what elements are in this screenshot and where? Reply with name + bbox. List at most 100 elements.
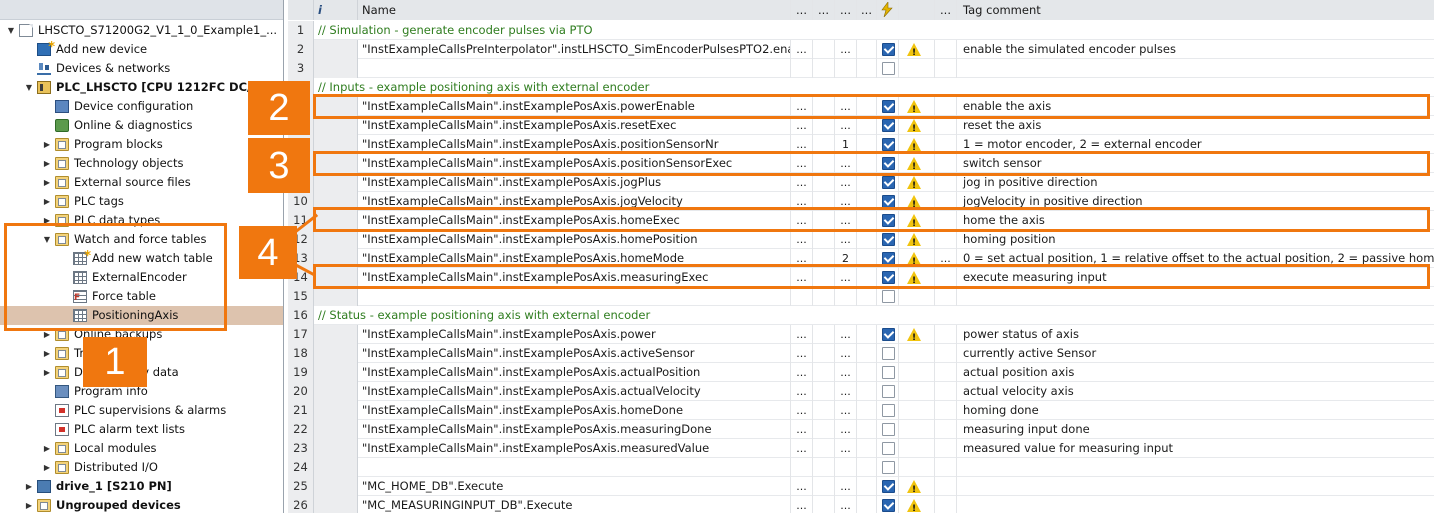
display-format-cell[interactable]: ... — [790, 363, 812, 382]
extra-cell-2[interactable] — [934, 420, 956, 439]
extra-cell[interactable] — [856, 97, 876, 116]
checked-checkbox-icon[interactable] — [882, 233, 895, 246]
extra-cell[interactable] — [856, 135, 876, 154]
tree-item-devices-networks[interactable]: Devices & networks — [0, 59, 283, 78]
modify-checkbox-cell[interactable] — [876, 173, 898, 192]
extra-cell[interactable] — [856, 40, 876, 59]
tag-name-cell[interactable]: "InstExampleCallsMain".instExamplePosAxi… — [358, 192, 790, 211]
watch-table-row[interactable]: 24 — [288, 458, 1434, 477]
tag-name-cell[interactable]: "InstExampleCallsMain".instExamplePosAxi… — [358, 154, 790, 173]
watch-table-row[interactable]: 12 "InstExampleCallsMain".instExamplePosA… — [288, 230, 1434, 249]
watch-table-row[interactable]: 20 "InstExampleCallsMain".instExamplePosA… — [288, 382, 1434, 401]
modify-checkbox-cell[interactable] — [876, 97, 898, 116]
unchecked-checkbox-icon[interactable] — [882, 62, 895, 75]
tag-comment-cell[interactable] — [956, 287, 1434, 306]
extra-cell[interactable] — [856, 230, 876, 249]
monitor-value-cell[interactable] — [812, 382, 834, 401]
monitor-value-cell[interactable] — [812, 211, 834, 230]
monitor-value-cell[interactable] — [812, 363, 834, 382]
display-format-cell[interactable]: ... — [790, 154, 812, 173]
extra-cell-2[interactable] — [934, 382, 956, 401]
modify-checkbox-cell[interactable] — [876, 458, 898, 477]
display-format-cell[interactable]: ... — [790, 230, 812, 249]
watch-table-row[interactable]: 23 "InstExampleCallsMain".instExamplePosA… — [288, 439, 1434, 458]
monitor-value-cell[interactable] — [812, 40, 834, 59]
tag-name-cell[interactable]: "MC_MEASURINGINPUT_DB".Execute — [358, 496, 790, 513]
expand-triangle-icon[interactable]: ▶ — [42, 173, 52, 192]
modify-checkbox-cell[interactable] — [876, 230, 898, 249]
tag-name-cell[interactable]: "InstExampleCallsMain".instExamplePosAxi… — [358, 135, 790, 154]
tag-name-cell[interactable]: "InstExampleCallsPreInterpolator".instLH… — [358, 40, 790, 59]
modify-value-cell[interactable]: ... — [834, 192, 856, 211]
watch-table-row[interactable]: 15 — [288, 287, 1434, 306]
tree-item-device-configuration[interactable]: Device configuration — [0, 97, 283, 116]
tag-comment-cell[interactable] — [956, 496, 1434, 513]
checked-checkbox-icon[interactable] — [882, 100, 895, 113]
watch-table-row[interactable]: 11 "InstExampleCallsMain".instExamplePosA… — [288, 211, 1434, 230]
extra-cell[interactable] — [856, 325, 876, 344]
monitor-value-cell[interactable] — [812, 325, 834, 344]
extra-cell-2[interactable] — [934, 439, 956, 458]
monitor-value-cell[interactable] — [812, 97, 834, 116]
tag-comment-cell[interactable]: execute measuring input — [956, 268, 1434, 287]
modify-checkbox-cell[interactable] — [876, 192, 898, 211]
display-format-cell[interactable]: ... — [790, 382, 812, 401]
unchecked-checkbox-icon[interactable] — [882, 385, 895, 398]
tag-name-cell[interactable] — [358, 458, 790, 477]
modify-checkbox-cell[interactable] — [876, 287, 898, 306]
modify-value-cell[interactable] — [834, 59, 856, 78]
collapse-triangle-icon[interactable]: ▼ — [24, 78, 34, 97]
extra-cell-2[interactable] — [934, 268, 956, 287]
tree-item-external-source-files[interactable]: ▶ External source files — [0, 173, 283, 192]
tag-comment-cell[interactable]: 0 = set actual position, 1 = relative of… — [956, 249, 1434, 268]
extra-cell-2[interactable] — [934, 40, 956, 59]
tree-item-plc-lhscto-cpu-1212fc-dc-dc-dc[interactable]: ▼ PLC_LHSCTO [CPU 1212FC DC/DC/DC] — [0, 78, 283, 97]
display-format-cell[interactable]: ... — [790, 344, 812, 363]
unchecked-checkbox-icon[interactable] — [882, 347, 895, 360]
checked-checkbox-icon[interactable] — [882, 157, 895, 170]
watch-table-row[interactable]: 10 "InstExampleCallsMain".instExamplePosA… — [288, 192, 1434, 211]
tag-comment-cell[interactable]: jogVelocity in positive direction — [956, 192, 1434, 211]
tag-name-cell[interactable]: "InstExampleCallsMain".instExamplePosAxi… — [358, 230, 790, 249]
extra-cell[interactable] — [856, 477, 876, 496]
watch-table-row[interactable]: 14 "InstExampleCallsMain".instExamplePosA… — [288, 268, 1434, 287]
modify-column-header[interactable] — [876, 0, 898, 20]
modify-value-cell[interactable]: ... — [834, 477, 856, 496]
monitor-value-cell[interactable] — [812, 59, 834, 78]
expand-triangle-icon[interactable]: ▶ — [42, 192, 52, 211]
monitor-value-cell[interactable] — [812, 420, 834, 439]
watch-table-row[interactable]: 4// Inputs - example positioning axis wi… — [288, 78, 1434, 97]
tag-comment-cell[interactable]: 1 = motor encoder, 2 = external encoder — [956, 135, 1434, 154]
tree-item-online-diagnostics[interactable]: Online & diagnostics — [0, 116, 283, 135]
modify-value-cell[interactable]: ... — [834, 173, 856, 192]
extra-cell-2[interactable] — [934, 458, 956, 477]
extra-cell[interactable] — [856, 420, 876, 439]
tree-item-plc-alarm-text-lists[interactable]: PLC alarm text lists — [0, 420, 283, 439]
extra-cell[interactable] — [856, 211, 876, 230]
tag-name-cell[interactable]: "MC_HOME_DB".Execute — [358, 477, 790, 496]
display-format-cell[interactable] — [790, 287, 812, 306]
modify-value-cell[interactable]: ... — [834, 382, 856, 401]
modify-checkbox-cell[interactable] — [876, 439, 898, 458]
tree-item-technology-objects[interactable]: ▶ Technology objects — [0, 154, 283, 173]
modify-checkbox-cell[interactable] — [876, 249, 898, 268]
unchecked-checkbox-icon[interactable] — [882, 461, 895, 474]
monitor-value-cell[interactable] — [812, 173, 834, 192]
comment-row-text[interactable]: // Simulation - generate encoder pulses … — [314, 21, 1434, 40]
checked-checkbox-icon[interactable] — [882, 195, 895, 208]
watch-table-row[interactable]: 18 "InstExampleCallsMain".instExamplePosA… — [288, 344, 1434, 363]
tag-comment-cell[interactable]: actual position axis — [956, 363, 1434, 382]
expand-triangle-icon[interactable]: ▶ — [42, 325, 52, 344]
checked-checkbox-icon[interactable] — [882, 328, 895, 341]
checked-checkbox-icon[interactable] — [882, 214, 895, 227]
display-format-cell[interactable]: ... — [790, 477, 812, 496]
watch-table-row[interactable]: 16// Status - example positioning axis w… — [288, 306, 1434, 325]
expand-triangle-icon[interactable]: ▶ — [42, 154, 52, 173]
modify-checkbox-cell[interactable] — [876, 477, 898, 496]
watch-table-row[interactable]: 25 "MC_HOME_DB".Execute...... — [288, 477, 1434, 496]
tree-item-ungrouped-devices[interactable]: ▶ Ungrouped devices — [0, 496, 283, 513]
unchecked-checkbox-icon[interactable] — [882, 290, 895, 303]
tag-name-cell[interactable]: "InstExampleCallsMain".instExamplePosAxi… — [358, 249, 790, 268]
tree-item-lhscto-s71200g2-v1-1-0-example1[interactable]: ▼ LHSCTO_S71200G2_V1_1_0_Example1_... — [0, 21, 283, 40]
tag-name-cell[interactable]: "InstExampleCallsMain".instExamplePosAxi… — [358, 439, 790, 458]
